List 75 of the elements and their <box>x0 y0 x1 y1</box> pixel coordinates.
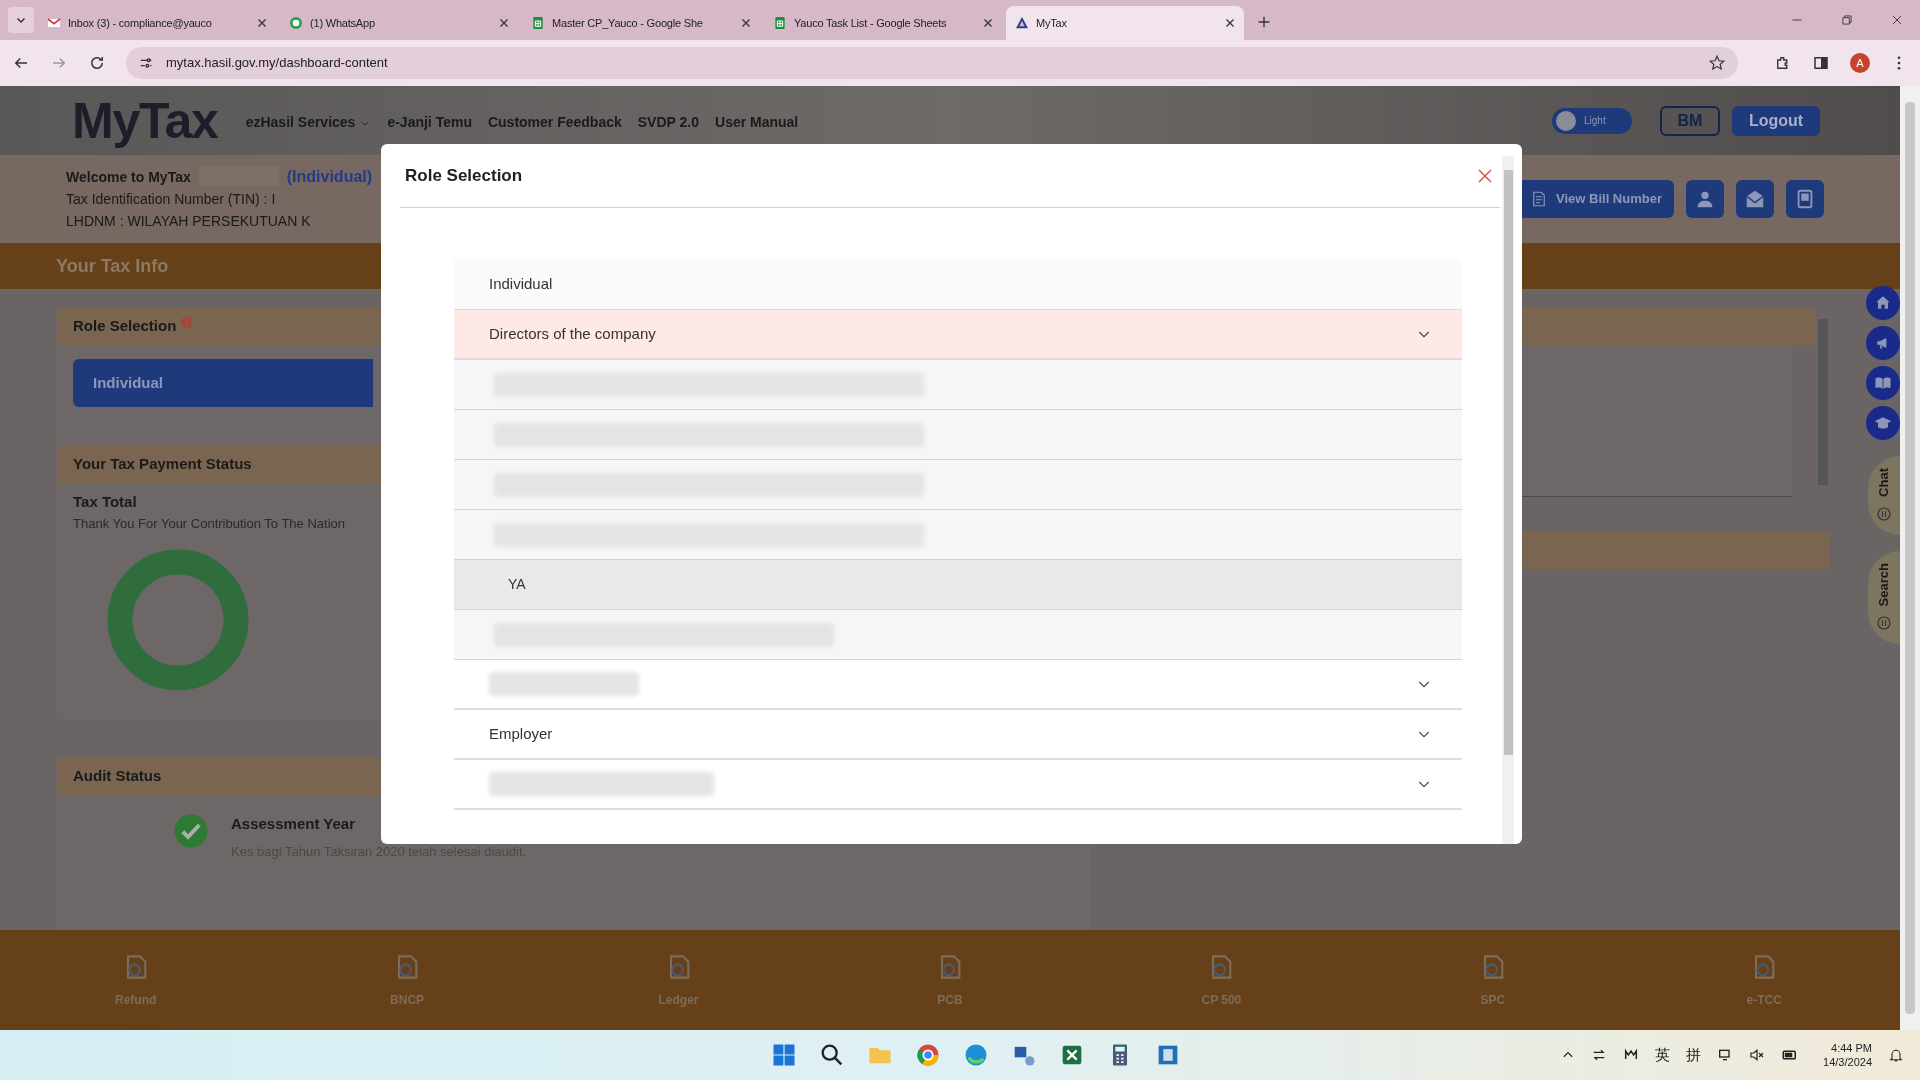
envelope-icon <box>1744 188 1766 210</box>
office-text: LHDNM : WILAYAH PERSEKUTUAN K <box>66 212 312 231</box>
logout-button[interactable]: Logout <box>1732 105 1820 136</box>
address-bar[interactable]: mytax.hasil.gov.my/dashboard-content <box>126 47 1738 79</box>
close-icon[interactable] <box>256 17 268 29</box>
url-text: mytax.hasil.gov.my/dashboard-content <box>166 54 388 73</box>
side-tab[interactable]: Search <box>1868 550 1900 645</box>
close-icon[interactable] <box>1224 17 1236 29</box>
chat-icon <box>288 15 304 31</box>
tab-title: Master CP_Yauco - Google She <box>552 15 704 31</box>
browser-tab[interactable]: Inbox (3) - compliance@yauco <box>38 6 276 40</box>
restore-icon[interactable] <box>1840 13 1854 27</box>
close-icon[interactable] <box>740 17 752 29</box>
reload-icon[interactable] <box>88 54 106 72</box>
side-panel-icon[interactable] <box>1812 54 1830 72</box>
browser-tab[interactable]: Yauco Task List - Google Sheets <box>764 6 1002 40</box>
role-option[interactable]: YA <box>454 560 1462 610</box>
tab-list-button[interactable] <box>8 7 34 33</box>
speech-bubble-icon <box>1875 504 1893 523</box>
theme-toggle[interactable]: Light <box>1552 107 1632 134</box>
nav-link[interactable]: ezHasil Services <box>245 112 372 133</box>
mytax-logo[interactable]: MyTax <box>72 95 218 146</box>
nav-link[interactable]: SVDP 2.0 <box>637 112 699 133</box>
role-label: (Individual) <box>286 167 373 187</box>
role-button[interactable]: Individual <box>73 359 373 407</box>
check-circle-icon <box>173 813 209 849</box>
tab-title: Yauco Task List - Google Sheets <box>794 15 948 31</box>
tab-title: Inbox (3) - compliance@yauco <box>68 15 213 31</box>
assessment-title: Assessment Year <box>231 814 356 834</box>
spreadsheet-icon <box>772 15 788 31</box>
panel-title: Role Selection <box>73 315 177 336</box>
mail-button[interactable] <box>1736 180 1774 218</box>
dialog-title: Role Selection <box>405 164 523 187</box>
role-option[interactable]: Individual <box>454 260 1462 310</box>
nav-link[interactable]: User Manual <box>715 112 799 133</box>
graduation-cap-button[interactable] <box>1866 406 1900 440</box>
browser-tab[interactable]: MyTax <box>1006 6 1244 40</box>
spreadsheet-icon <box>530 15 546 31</box>
speech-bubble-icon <box>1875 614 1893 633</box>
triangle-logo-icon <box>1014 15 1030 31</box>
nav-link[interactable]: e-Janji Temu <box>387 112 472 133</box>
tab-title: (1) WhatsApp <box>310 15 376 31</box>
tin-text: Tax Identification Number (TIN) : I <box>66 190 277 209</box>
profile-button[interactable] <box>1686 180 1724 218</box>
input-method-indicator[interactable]: 英 <box>1655 1043 1671 1067</box>
page-scrollbar[interactable] <box>1900 86 1920 1030</box>
subtitle: Tax Total <box>73 492 138 512</box>
book-button[interactable] <box>1866 366 1900 400</box>
megaphone-button[interactable] <box>1866 326 1900 360</box>
close-icon[interactable] <box>982 17 994 29</box>
close-icon[interactable] <box>1890 13 1904 27</box>
tab-title: MyTax <box>1036 15 1068 31</box>
panel-title: Audit Status <box>73 765 162 786</box>
home-button[interactable] <box>1866 286 1900 320</box>
language-button[interactable]: BM <box>1660 105 1720 136</box>
side-tab[interactable]: Chat <box>1868 456 1900 535</box>
section-title: Your Tax Info <box>56 254 169 278</box>
message-text: Thank You For Your Contribution To The Nation <box>73 514 346 533</box>
speaker-muted-icon[interactable] <box>1749 1047 1766 1063</box>
close-icon[interactable] <box>498 17 510 29</box>
welcome-text: Welcome to MyTax <box>66 168 191 187</box>
notification-bell-icon[interactable] <box>1888 1047 1904 1063</box>
new-tab-icon[interactable] <box>1256 14 1272 30</box>
nav-link[interactable]: Customer Feedback <box>487 112 622 133</box>
accordion-header[interactable]: Directors of the company <box>454 310 1462 360</box>
bookmark-star-icon[interactable] <box>1708 54 1726 72</box>
site-settings-icon[interactable] <box>138 55 154 71</box>
browser-tab[interactable]: (1) WhatsApp <box>280 6 518 40</box>
browser-tab[interactable]: Master CP_Yauco - Google She <box>522 6 760 40</box>
dialog-scrollbar[interactable] <box>1502 156 1514 844</box>
profile-avatar[interactable]: A <box>1850 53 1870 73</box>
tablet-button[interactable] <box>1786 180 1824 218</box>
clock[interactable]: 4:44 PM 14/3/2024 <box>1823 1041 1872 1069</box>
panel-title: Your Tax Payment Status <box>73 453 252 474</box>
input-method-indicator[interactable]: 拼 <box>1686 1043 1702 1067</box>
